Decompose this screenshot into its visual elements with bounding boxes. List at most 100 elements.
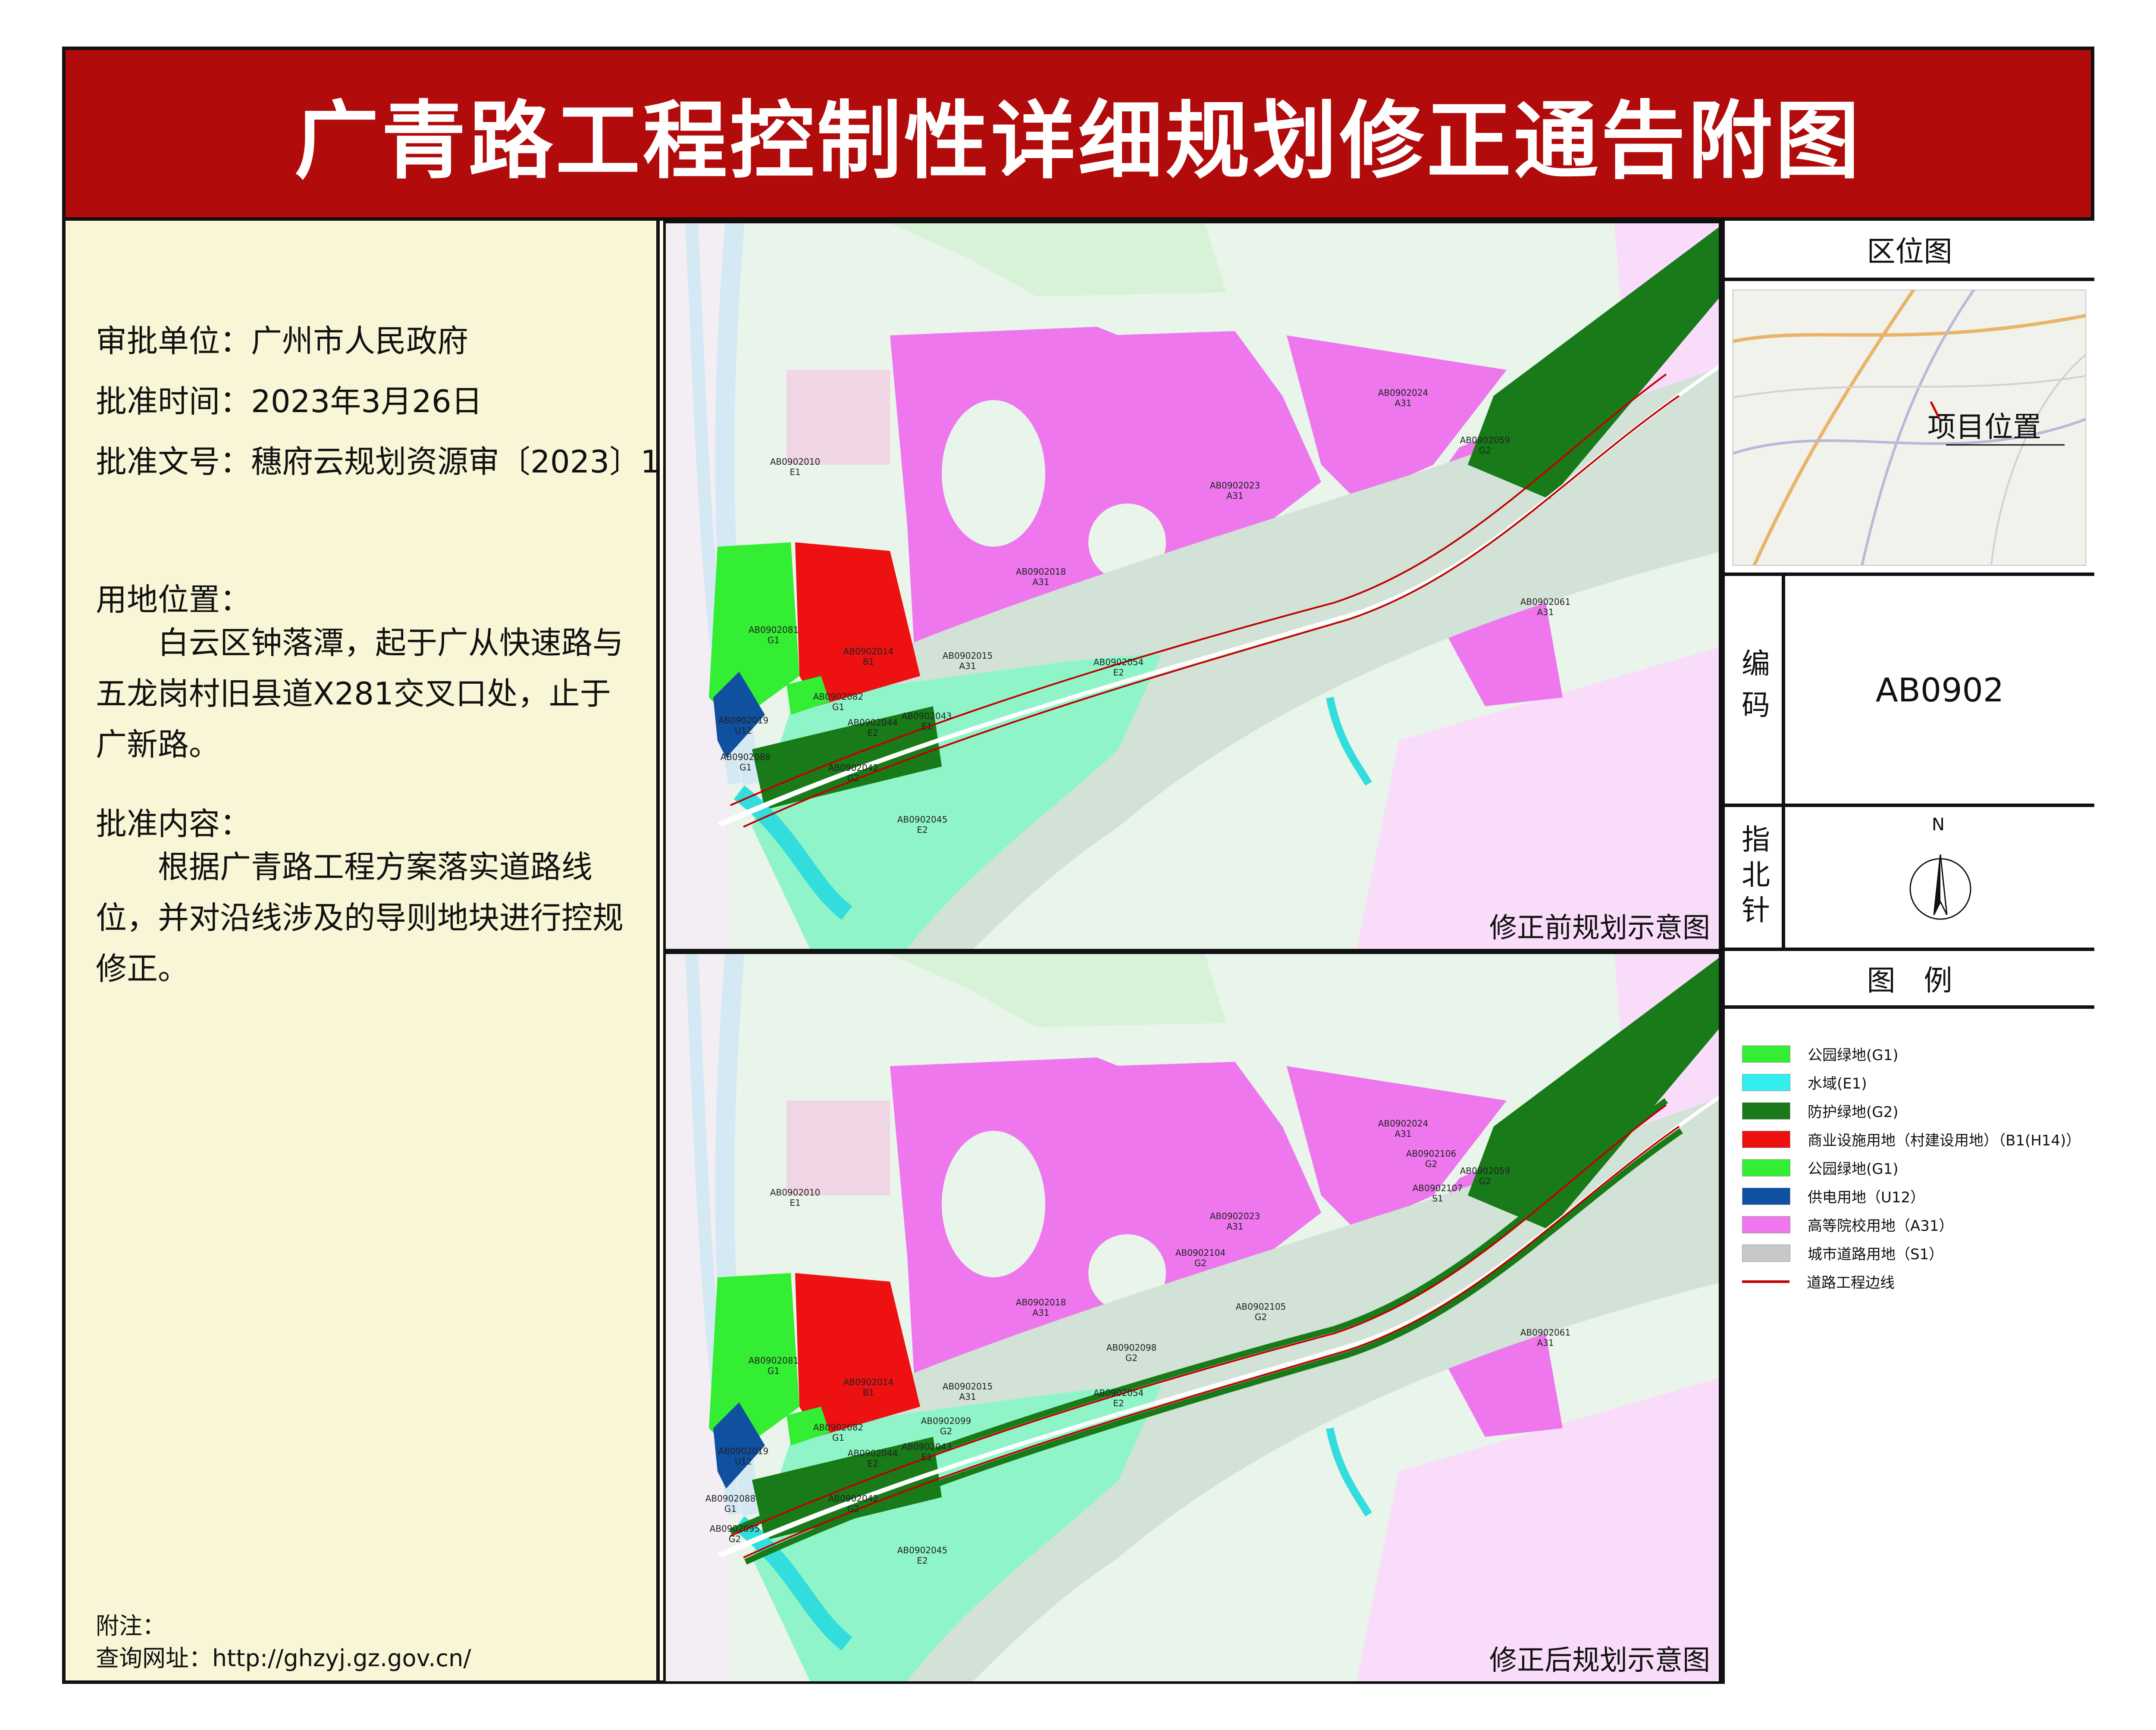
content-heading: 批准内容： (96, 806, 251, 842)
parcel-code: AB0902082 (813, 691, 863, 702)
legend-item: 防护绿地(G2) (1742, 1100, 1899, 1121)
parcel-code: AB0902061 (1520, 597, 1570, 607)
map-after-drawing: AB0902010E1AB0902081G1AB0902014B1AB09020… (666, 954, 1719, 1681)
parcel-type: E2 (917, 825, 928, 835)
north-arrow-icon (1909, 854, 1971, 920)
legend-item: 城市道路用地（S1） (1742, 1242, 1943, 1264)
north-cell: 指北针 N (1725, 807, 2094, 951)
legend-label: 商业设施用地（村建设用地）（B1(H14)） (1808, 1132, 2081, 1149)
legend-title: 图 例 (1867, 964, 1952, 997)
parcel-type: A31 (1032, 577, 1049, 587)
parcel-type: G2 (940, 1426, 952, 1436)
parcel-code: AB0902018 (1016, 1297, 1066, 1308)
parcel-code: AB0902081 (749, 625, 799, 635)
parcel-code: AB0902043 (902, 711, 952, 721)
legend-list: 公园绿地(G1) 水域(E1) 防护绿地(G2) 商业设施用地（村建设用地）（B1(H… (1725, 1009, 2094, 1684)
parcel-code: AB0902088 (705, 1493, 755, 1504)
note-label: 附注： (96, 1612, 166, 1639)
approver-row: 审批单位：广州市人民政府 (96, 316, 468, 361)
legend-label: 水域(E1) (1808, 1075, 1867, 1092)
parcel-code: AB0902106 (1406, 1148, 1456, 1159)
north-label-box: 指北针 (1725, 807, 1785, 948)
parcel-type: G2 (1425, 1159, 1437, 1169)
legend-label: 公园绿地(G1) (1808, 1161, 1899, 1178)
location-text: 白云区钟落潭，起于广从快速路与五龙岗村旧县道X281交叉口处，止于广新路。 (96, 625, 624, 763)
parcel-type: A31 (1226, 1221, 1243, 1232)
parcel-type: G1 (832, 1433, 844, 1443)
location-map-cell: 项目位置 (1725, 281, 2094, 576)
parcel-code: AB0902105 (1236, 1301, 1286, 1312)
parcel-code: AB0902045 (897, 1545, 947, 1555)
parcel-type: S1 (1432, 1193, 1443, 1204)
legend-swatch (1742, 1216, 1790, 1233)
parcel-type: E1 (921, 1452, 932, 1462)
parcel-type: G2 (847, 1504, 859, 1514)
parcel-code: AB0902010 (770, 457, 820, 467)
parcel-type: E2 (1113, 1398, 1124, 1408)
parcel-type: B1 (863, 657, 874, 667)
parcel-code: AB0902024 (1378, 388, 1428, 398)
legend-item: 公园绿地(G1) (1742, 1043, 1899, 1064)
date-row: 批准时间：2023年3月26日 (96, 376, 483, 421)
legend-item: 公园绿地(G1) (1742, 1157, 1899, 1178)
parcel-type: G1 (740, 762, 752, 773)
parcel-code: AB0902107 (1413, 1183, 1463, 1193)
legend-swatch (1742, 1045, 1790, 1063)
project-location-label: 项目位置 (1927, 410, 2041, 444)
legend-swatch (1742, 1073, 1790, 1091)
parcel-type: G1 (724, 1504, 736, 1514)
legend-item: 高等院校用地（A31） (1742, 1214, 1954, 1235)
legend-swatch (1742, 1187, 1790, 1205)
parcel-type: E2 (867, 728, 878, 738)
parcel-type: E1 (790, 1198, 800, 1208)
parcel-code: AB0902104 (1175, 1248, 1225, 1258)
parcel-type: G2 (729, 1534, 741, 1544)
location-map-title: 区位图 (1867, 235, 1952, 268)
parcel-code: AB0902023 (1210, 1211, 1260, 1221)
parcel-code: AB0902095 (710, 1524, 760, 1534)
legend-label: 高等院校用地（A31） (1808, 1217, 1954, 1235)
parcel-code: AB0902024 (1378, 1118, 1428, 1129)
parcel-type: G2 (1125, 1353, 1138, 1363)
legend-swatch (1742, 1244, 1790, 1262)
parcel-code: AB0902014 (843, 646, 893, 657)
parcel-code: AB0902015 (943, 1381, 993, 1392)
parcel-code: AB0902044 (848, 1448, 898, 1458)
parcel-type: A31 (959, 661, 976, 671)
legend-swatch (1742, 1159, 1790, 1176)
parcel-type: U12 (735, 1456, 752, 1467)
map-before-drawing: AB0902010E1AB0902081G1AB0902014B1AB09020… (666, 223, 1719, 949)
page-title: 广青路工程控制性详细规划修正通告附图 (294, 92, 1862, 191)
map-after: AB0902010 E1 AB0902081 G1 AB0902014 B1 AB09020… (663, 951, 1721, 1684)
doc-row: 批准文号：穗府云规划资源审〔2023〕11号 (96, 436, 711, 482)
legend-label: 城市道路用地（S1） (1808, 1246, 1944, 1263)
location-heading: 用地位置： (96, 582, 251, 618)
code-cell: 编码 AB0902 (1725, 576, 2094, 807)
legend-label: 防护绿地(G2) (1808, 1104, 1899, 1121)
doc-label: 批准文号： (96, 444, 251, 480)
legend-swatch (1742, 1130, 1790, 1148)
parcel-code: AB0902054 (1094, 1388, 1144, 1398)
parcel-type: E2 (867, 1458, 878, 1469)
parcel-code: AB0902019 (718, 1446, 768, 1456)
parcel-type: A31 (1395, 398, 1411, 408)
legend-item: 商业设施用地（村建设用地）（B1(H14)） (1742, 1129, 2081, 1150)
parcel-type: G2 (1194, 1258, 1206, 1268)
info-panel: 审批单位：广州市人民政府 批准时间：2023年3月26日 批准文号：穗府云规划资… (66, 221, 711, 1680)
parcel-code: AB0902082 (813, 1422, 863, 1433)
parcel-code: AB0902042 (828, 1493, 878, 1504)
parcel-type: E2 (917, 1555, 928, 1566)
approver-value: 广州市人民政府 (251, 323, 469, 359)
doc-value: 穗府云规划资源审〔2023〕11号 (251, 444, 711, 480)
north-label: 指北针 (1737, 824, 1770, 930)
legend-label: 供电用地（U12） (1808, 1189, 1925, 1206)
parcel-type: G1 (768, 1366, 780, 1376)
parcel-code: AB0902061 (1520, 1327, 1570, 1338)
legend-item: 水域(E1) (1742, 1072, 1867, 1093)
parcel-type: E2 (1113, 667, 1124, 678)
page-title-bar: 广青路工程控制性详细规划修正通告附图 (62, 47, 2094, 221)
parcel-type: A31 (1226, 491, 1243, 501)
parcel-type: U12 (735, 726, 752, 736)
location-map-header: 区位图 (1725, 221, 2094, 281)
parcel-type: G2 (1255, 1312, 1267, 1322)
